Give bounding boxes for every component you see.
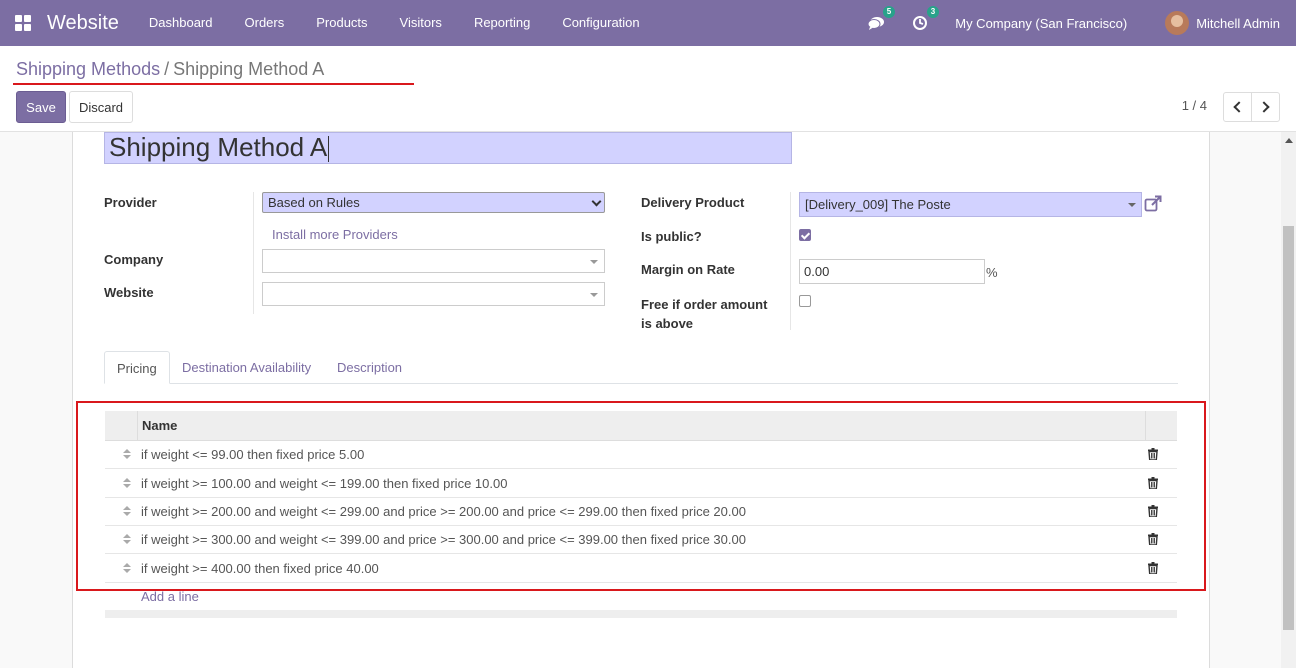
breadcrumb-current: Shipping Method A <box>173 59 325 79</box>
breadcrumb-separator: / <box>164 59 170 79</box>
delivery-product-field[interactable]: [Delivery_009] The Poste <box>799 192 1142 217</box>
rule-name-cell[interactable]: if weight >= 200.00 and weight <= 299.00… <box>141 504 746 519</box>
website-field[interactable] <box>262 282 605 306</box>
drag-handle-icon[interactable] <box>122 449 132 461</box>
menu-orders[interactable]: Orders <box>229 0 301 46</box>
trash-icon[interactable] <box>1148 562 1158 575</box>
margin-on-rate-input[interactable]: 0.00 <box>799 259 985 284</box>
pricing-table-footer <box>105 610 1177 618</box>
dropdown-caret-icon <box>590 293 598 297</box>
dropdown-caret-icon <box>590 260 598 264</box>
menu-configuration[interactable]: Configuration <box>546 0 655 46</box>
scroll-up-arrow-icon[interactable] <box>1285 138 1293 143</box>
user-menu[interactable]: Mitchell Admin <box>1196 16 1280 31</box>
percent-unit: % <box>986 265 998 280</box>
apps-menu-icon[interactable] <box>15 15 31 31</box>
install-more-providers-link[interactable]: Install more Providers <box>272 227 398 242</box>
pager-value[interactable]: 1 / 4 <box>1182 98 1207 113</box>
navbar-systray: 5 3 My Company (San Francisco) Mitchell … <box>867 0 1280 46</box>
menu-reporting[interactable]: Reporting <box>458 0 546 46</box>
menu-products[interactable]: Products <box>300 0 383 46</box>
external-link-icon[interactable] <box>1144 195 1162 213</box>
dropdown-caret-icon <box>1128 203 1136 207</box>
trash-icon[interactable] <box>1148 448 1158 461</box>
activity-badge: 3 <box>926 6 940 18</box>
table-row[interactable]: if weight >= 400.00 then fixed price 40.… <box>105 555 1177 583</box>
is-public-label: Is public? <box>641 229 702 244</box>
app-brand[interactable]: Website <box>47 12 119 35</box>
save-button[interactable]: Save <box>16 91 66 123</box>
provider-value: Based on Rules <box>268 195 360 210</box>
delivery-product-label: Delivery Product <box>641 195 745 210</box>
menu-dashboard[interactable]: Dashboard <box>133 0 229 46</box>
breadcrumb-shipping-methods[interactable]: Shipping Methods <box>16 59 160 80</box>
company-field[interactable] <box>262 249 605 273</box>
add-a-line-link[interactable]: Add a line <box>141 589 199 604</box>
left-group-separator <box>253 192 254 314</box>
rule-name-cell[interactable]: if weight >= 400.00 then fixed price 40.… <box>141 561 379 576</box>
table-row[interactable]: if weight >= 300.00 and weight <= 399.00… <box>105 526 1177 554</box>
chevron-down-icon <box>591 196 602 207</box>
top-navbar: Website Dashboard Orders Products Visito… <box>0 0 1296 46</box>
tab-description[interactable]: Description <box>325 351 414 384</box>
header-trash-cell <box>1145 411 1177 441</box>
right-group-separator <box>790 192 791 330</box>
text-cursor <box>328 136 330 163</box>
highlight-underline <box>13 83 414 85</box>
provider-select[interactable]: Based on Rules <box>262 192 605 213</box>
vertical-scrollbar[interactable] <box>1281 132 1296 668</box>
margin-on-rate-label: Margin on Rate <box>641 262 735 277</box>
pager-next-button[interactable] <box>1251 92 1280 122</box>
chat-badge: 5 <box>882 6 896 18</box>
activity-clock-icon[interactable]: 3 <box>911 6 940 32</box>
chat-icon[interactable]: 5 <box>867 6 896 32</box>
chevron-right-icon <box>1258 101 1270 113</box>
drag-handle-icon[interactable] <box>122 478 132 490</box>
column-header-name[interactable]: Name <box>142 418 177 433</box>
pager-previous-button[interactable] <box>1223 92 1252 122</box>
control-panel: Shipping Methods / Shipping Method A Sav… <box>0 46 1296 132</box>
header-handle-cell <box>105 411 138 441</box>
chevron-left-icon <box>1233 101 1245 113</box>
table-row[interactable]: if weight <= 99.00 then fixed price 5.00 <box>105 441 1177 469</box>
provider-label: Provider <box>104 195 157 210</box>
drag-handle-icon[interactable] <box>122 534 132 546</box>
trash-icon[interactable] <box>1148 477 1158 490</box>
trash-icon[interactable] <box>1148 533 1158 546</box>
user-avatar[interactable] <box>1165 11 1190 35</box>
website-label: Website <box>104 285 154 300</box>
name-value: Shipping Method A <box>109 132 328 162</box>
drag-handle-icon[interactable] <box>122 563 132 575</box>
table-row[interactable]: if weight >= 200.00 and weight <= 299.00… <box>105 498 1177 526</box>
pricing-table-header: Name <box>105 411 1177 441</box>
rule-name-cell[interactable]: if weight <= 99.00 then fixed price 5.00 <box>141 447 364 462</box>
scrollbar-thumb[interactable] <box>1283 226 1294 630</box>
menu-visitors[interactable]: Visitors <box>384 0 458 46</box>
is-public-checkbox[interactable] <box>799 229 811 241</box>
company-label: Company <box>104 252 164 267</box>
company-switcher[interactable]: My Company (San Francisco) <box>955 16 1127 31</box>
tab-pricing[interactable]: Pricing <box>104 351 170 384</box>
shipping-method-name-input[interactable]: Shipping Method A <box>104 132 792 164</box>
tab-destination-availability[interactable]: Destination Availability <box>170 351 323 384</box>
free-if-above-label: Free if order amount is above <box>641 297 768 331</box>
table-row[interactable]: if weight >= 100.00 and weight <= 199.00… <box>105 470 1177 498</box>
rule-name-cell[interactable]: if weight >= 100.00 and weight <= 199.00… <box>141 476 507 491</box>
discard-button[interactable]: Discard <box>69 91 133 123</box>
free-if-above-checkbox[interactable] <box>799 295 811 307</box>
main-menu: Dashboard Orders Products Visitors Repor… <box>133 0 656 46</box>
trash-icon[interactable] <box>1148 505 1158 518</box>
drag-handle-icon[interactable] <box>122 506 132 518</box>
delivery-product-value: [Delivery_009] The Poste <box>805 197 951 212</box>
rule-name-cell[interactable]: if weight >= 300.00 and weight <= 399.00… <box>141 532 746 547</box>
breadcrumb: Shipping Methods / Shipping Method A <box>16 59 324 80</box>
